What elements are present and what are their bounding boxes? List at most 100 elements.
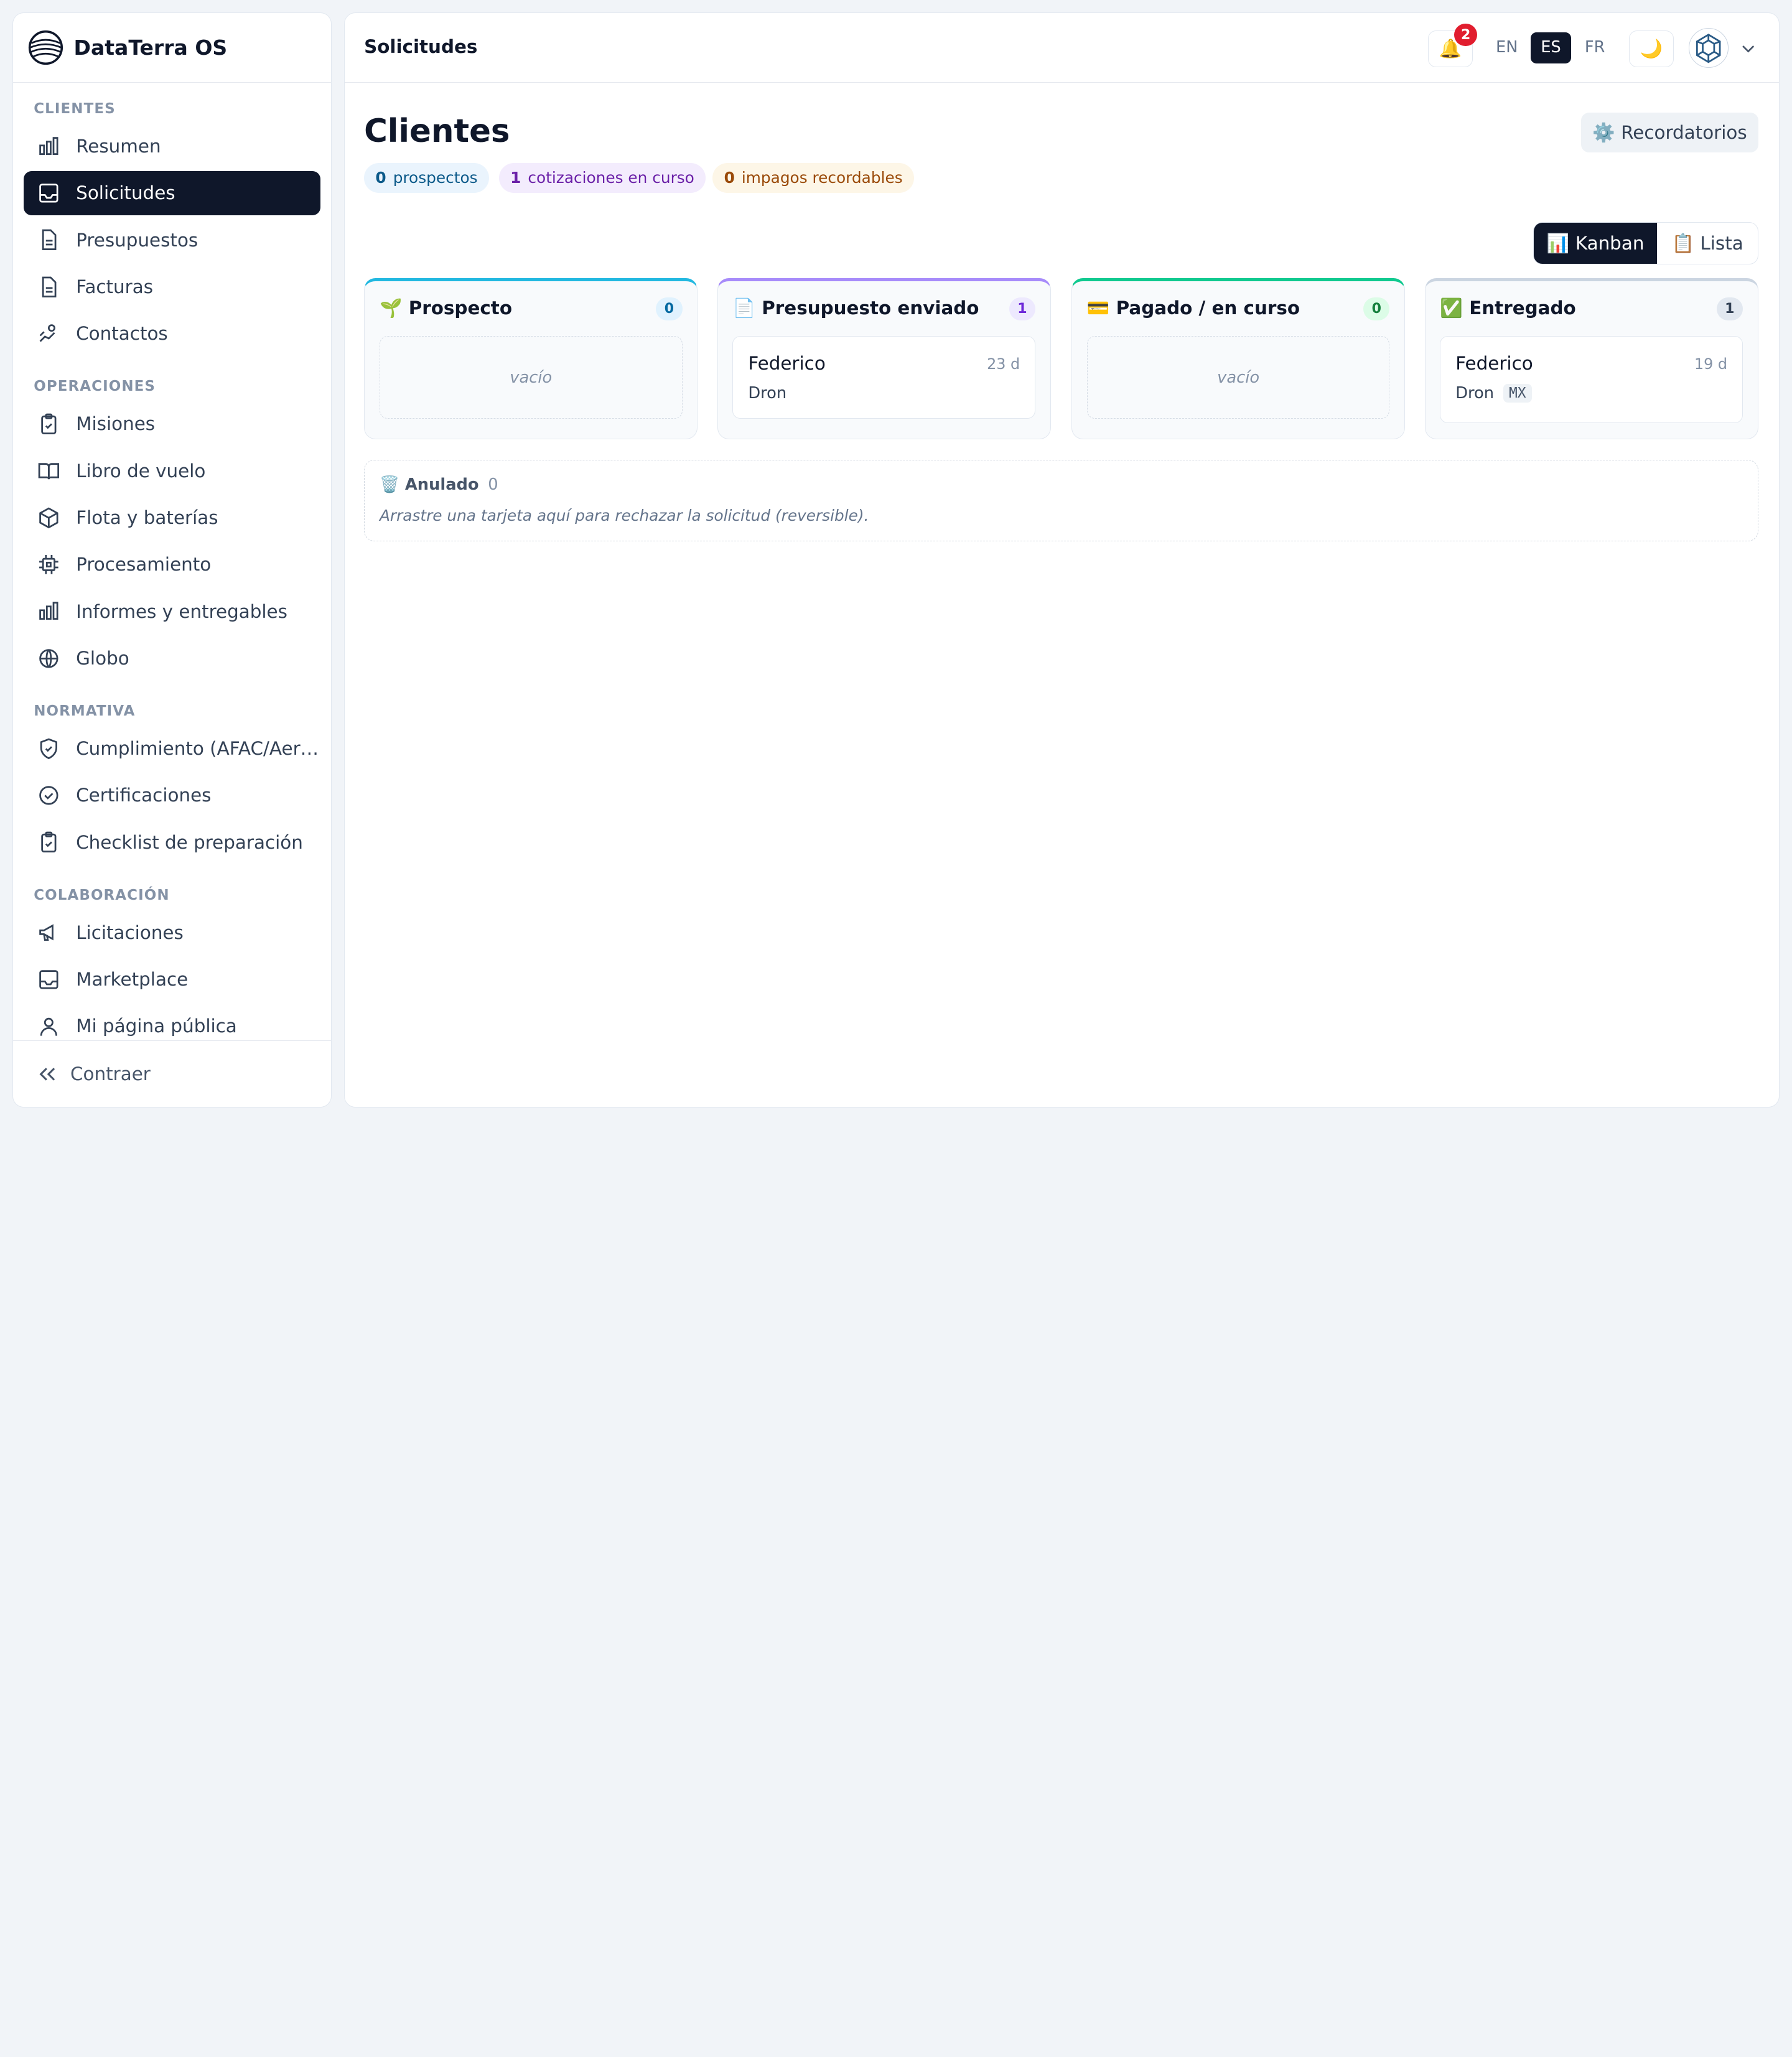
sidebar-item-resumen[interactable]: Resumen xyxy=(24,124,320,169)
inbox-icon xyxy=(37,968,60,991)
sidebar-item-facturas[interactable]: Facturas xyxy=(24,264,320,309)
empty-drop-zone[interactable]: vacío xyxy=(379,336,683,419)
sidebar-item-flota[interactable]: Flota y baterías xyxy=(24,495,320,540)
sidebar-item-label: Marketplace xyxy=(76,968,189,990)
sidebar-item-label: Mi página pública xyxy=(76,1015,237,1037)
handshake-icon xyxy=(37,322,60,345)
sidebar-item-misiones[interactable]: Misiones xyxy=(24,402,320,447)
sidebar-item-label: Procesamiento xyxy=(76,554,212,576)
void-header: 🗑️ Anulado 0 xyxy=(380,475,498,494)
card-type-label: Dron xyxy=(1455,383,1495,403)
sidebar-item-certificaciones[interactable]: Certificaciones xyxy=(24,773,320,818)
card-age: 23 d xyxy=(987,355,1020,373)
request-card[interactable]: Federico 19 d Dron MX xyxy=(1440,336,1743,424)
sidebar-nav: CLIENTES Resumen Solicitudes Presupuesto… xyxy=(13,84,330,1040)
sidebar-item-label: Presupuestos xyxy=(76,229,198,251)
column-title: 🌱 Prospecto xyxy=(379,297,513,319)
request-card[interactable]: Federico 23 d Dron xyxy=(732,336,1036,419)
column-count-badge: 0 xyxy=(1363,297,1390,320)
sidebar-item-procesamiento[interactable]: Procesamiento xyxy=(24,542,320,587)
brand-name: DataTerra OS xyxy=(73,35,228,60)
card-type: Dron xyxy=(748,384,786,403)
sidebar-item-globo[interactable]: Globo xyxy=(24,636,320,681)
section-label-normativa: NORMATIVA xyxy=(34,702,136,719)
chevron-down-icon[interactable] xyxy=(1739,39,1757,57)
empty-drop-zone[interactable]: vacío xyxy=(1086,336,1390,419)
moon-icon: 🌙 xyxy=(1640,37,1663,59)
collapse-sidebar-button[interactable]: Contraer xyxy=(13,1040,331,1107)
main-panel: Solicitudes 🔔 2 EN ES FR 🌙 Clientes ⚙️ R… xyxy=(343,12,1780,1108)
clipboard-check-icon xyxy=(37,831,60,854)
stat-label: impagos recordables xyxy=(741,168,903,187)
section-label-colaboracion: COLABORACIÓN xyxy=(34,887,170,903)
section-label-operaciones: OPERACIONES xyxy=(34,378,156,395)
sidebar-item-informes[interactable]: Informes y entregables xyxy=(24,589,320,634)
language-es[interactable]: ES xyxy=(1531,32,1571,63)
stat-pill-impagos: 0 impagos recordables xyxy=(712,162,914,193)
shield-check-icon xyxy=(37,737,60,760)
sidebar-item-presupuestos[interactable]: Presupuestos xyxy=(24,218,320,263)
book-open-icon xyxy=(37,459,60,482)
view-toggle: 📊 Kanban 📋 Lista xyxy=(1533,222,1758,265)
page-title: Clientes xyxy=(364,112,510,150)
reminders-button[interactable]: ⚙️ Recordatorios xyxy=(1581,112,1758,153)
bar-chart-icon xyxy=(37,600,60,623)
void-count: 0 xyxy=(488,475,498,495)
sidebar-item-label: Solicitudes xyxy=(76,182,175,204)
user-icon xyxy=(37,1015,60,1038)
notifications-badge: 2 xyxy=(1454,23,1477,47)
kanban-view-button[interactable]: 📊 Kanban xyxy=(1534,223,1658,264)
theme-toggle-button[interactable]: 🌙 xyxy=(1629,30,1674,67)
sidebar-item-label: Checklist de preparación xyxy=(76,831,303,853)
language-fr[interactable]: FR xyxy=(1574,32,1615,63)
topbar: Solicitudes 🔔 2 EN ES FR 🌙 xyxy=(344,13,1779,83)
sidebar-item-label: Resumen xyxy=(76,136,161,157)
sidebar-item-label: Certificaciones xyxy=(76,785,212,806)
inbox-icon xyxy=(37,182,60,205)
sidebar-item-label: Flota y baterías xyxy=(76,506,218,528)
document-icon xyxy=(37,276,60,299)
brand[interactable]: DataTerra OS xyxy=(13,13,331,83)
list-view-button[interactable]: 📋 Lista xyxy=(1657,223,1757,264)
sidebar-item-label: Misiones xyxy=(76,413,156,435)
chevrons-left-icon xyxy=(39,1067,55,1081)
package-icon xyxy=(37,506,60,529)
sidebar-item-label: Libro de vuelo xyxy=(76,460,206,482)
stat-count: 1 xyxy=(510,168,521,187)
collapse-label: Contraer xyxy=(70,1063,151,1084)
reminders-label: ⚙️ Recordatorios xyxy=(1592,121,1747,143)
sidebar-item-label: Licitaciones xyxy=(76,921,184,943)
megaphone-icon xyxy=(37,921,60,944)
globe-logo-icon xyxy=(28,30,63,65)
card-age: 19 d xyxy=(1694,355,1728,373)
void-drop-zone[interactable]: 🗑️ Anulado 0 Arrastre una tarjeta aquí p… xyxy=(364,460,1758,541)
sidebar-item-label: Contactos xyxy=(76,323,168,345)
avatar[interactable] xyxy=(1688,28,1729,68)
sidebar-item-checklist[interactable]: Checklist de preparación xyxy=(24,820,320,865)
column-title: ✅ Entregado xyxy=(1440,297,1576,319)
sidebar-item-licitaciones[interactable]: Licitaciones xyxy=(24,910,320,955)
void-hint: Arrastre una tarjeta aquí para rechazar … xyxy=(379,506,869,525)
kanban-column-presupuesto-enviado: 📄 Presupuesto enviado 1 Federico 23 d Dr… xyxy=(717,278,1051,440)
sidebar-item-marketplace[interactable]: Marketplace xyxy=(24,957,320,1002)
country-tag: MX xyxy=(1503,383,1532,403)
stat-label: prospectos xyxy=(393,168,478,187)
cpu-icon xyxy=(37,553,60,576)
column-title: 💳 Pagado / en curso xyxy=(1086,297,1300,319)
sidebar-item-contactos[interactable]: Contactos xyxy=(24,312,320,357)
void-title: 🗑️ Anulado xyxy=(379,475,479,495)
sidebar-item-libro-de-vuelo[interactable]: Libro de vuelo xyxy=(24,449,320,493)
card-type: Dron MX xyxy=(1455,383,1532,403)
language-en[interactable]: EN xyxy=(1486,32,1528,63)
bar-chart-icon xyxy=(37,135,60,158)
sidebar-item-pagina-publica[interactable]: Mi página pública xyxy=(24,1004,320,1040)
document-icon xyxy=(37,228,60,251)
kanban-column-pagado: 💳 Pagado / en curso 0 vacío xyxy=(1071,278,1406,440)
sidebar-item-label: Cumplimiento (AFAC/Aer… xyxy=(76,737,319,759)
sidebar: DataTerra OS CLIENTES Resumen Solicitude… xyxy=(12,12,332,1108)
card-type-label: Dron xyxy=(748,383,787,403)
kanban-column-entregado: ✅ Entregado 1 Federico 19 d Dron MX xyxy=(1424,278,1758,440)
app-frame: DataTerra OS CLIENTES Resumen Solicitude… xyxy=(0,0,1792,1120)
sidebar-item-cumplimiento[interactable]: Cumplimiento (AFAC/Aer… xyxy=(24,726,320,771)
sidebar-item-solicitudes[interactable]: Solicitudes xyxy=(23,170,321,216)
